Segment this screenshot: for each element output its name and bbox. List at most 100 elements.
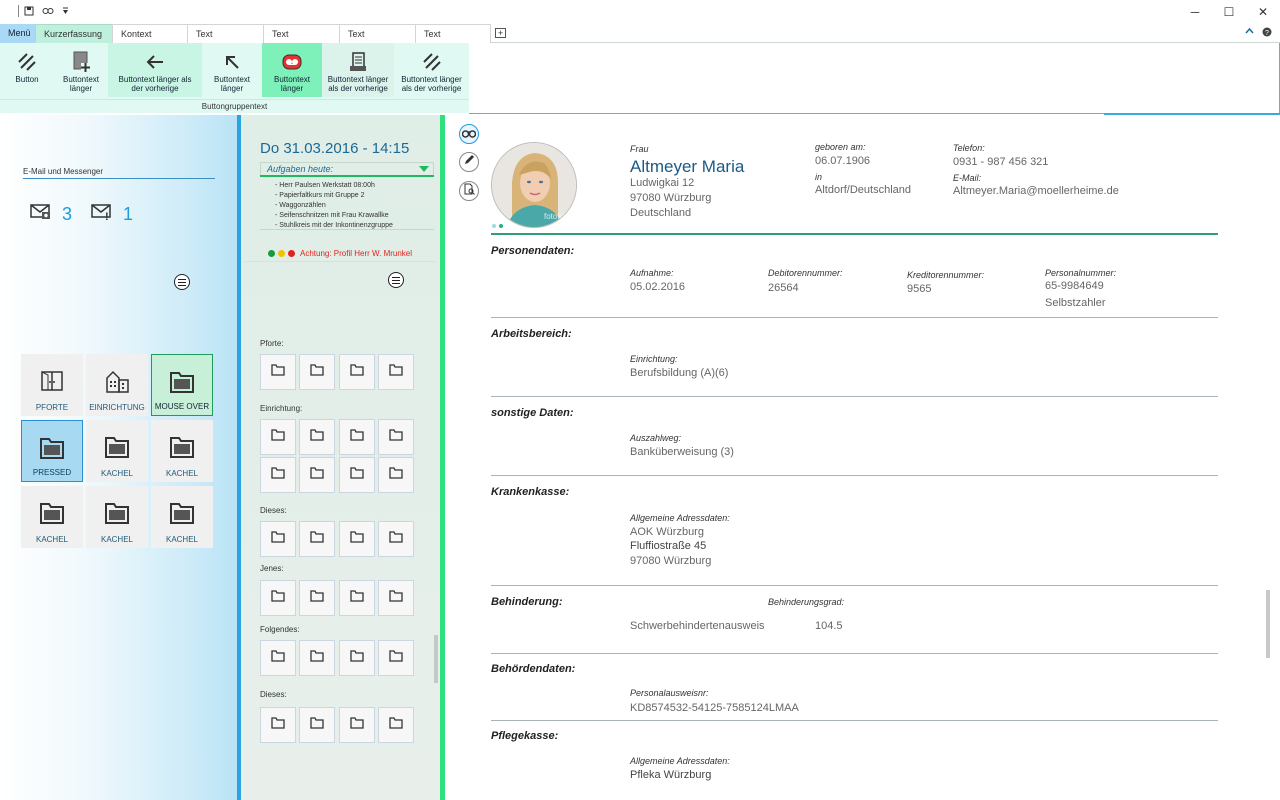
folder-icon: [350, 428, 364, 446]
task-item: - Papierfaltkurs mit Gruppe 2: [275, 192, 365, 199]
behinderungsgrad-label: Behinderungsgrad:: [768, 597, 845, 607]
left-menu-button[interactable]: [174, 274, 190, 290]
folder-icon: [310, 466, 324, 484]
born-in-label: in: [815, 172, 823, 182]
task-item: - Waggonzählen: [275, 202, 326, 209]
mail-icon: [30, 204, 52, 225]
maximize-button[interactable]: ☐: [1212, 0, 1246, 24]
mini-folder-tile[interactable]: [378, 640, 414, 676]
behinderung-type: Schwerbehindertenausweis: [630, 620, 765, 632]
detail-scrollbar[interactable]: [1266, 590, 1270, 658]
help-icon[interactable]: ?: [1262, 27, 1272, 40]
mini-folder-tile[interactable]: [339, 521, 375, 557]
ribbon-button-label: Buttontext länger als der vorherige: [118, 75, 192, 93]
mini-folder-tile[interactable]: [378, 419, 414, 455]
mini-folder-tile[interactable]: [260, 419, 296, 455]
ribbon-button-2[interactable]: Buttontext länger: [54, 43, 108, 97]
tab-kontext[interactable]: Kontext: [112, 24, 187, 43]
minimize-button[interactable]: ─: [1178, 0, 1212, 24]
avatar-pager[interactable]: [492, 224, 503, 228]
save-icon[interactable]: [24, 6, 34, 20]
ribbon-empty-area: [469, 43, 1280, 114]
mini-folder-tile[interactable]: [339, 707, 375, 743]
add-tab-button[interactable]: +: [495, 28, 506, 38]
message-alert-icon: !: [91, 204, 113, 225]
ribbon-button-5[interactable]: Buttontext länger: [262, 43, 322, 97]
phone-value[interactable]: 0931 - 987 456 321: [953, 156, 1048, 168]
binoculars-icon: [461, 125, 477, 143]
mini-folder-tile[interactable]: [260, 354, 296, 390]
mini-folder-tile[interactable]: [339, 419, 375, 455]
mini-folder-tile[interactable]: [299, 457, 335, 493]
tab-text-2[interactable]: Text: [263, 24, 339, 43]
mini-folder-tile[interactable]: [378, 707, 414, 743]
tile-kachel[interactable]: KACHEL: [86, 420, 148, 482]
mini-folder-tile[interactable]: [339, 640, 375, 676]
tile-einrichtung[interactable]: EINRICHTUNG: [86, 354, 148, 416]
section-divider: [491, 720, 1218, 721]
mini-folder-tile[interactable]: [260, 457, 296, 493]
ribbon-button-3[interactable]: Buttontext länger als der vorherige: [108, 43, 202, 97]
person-avatar[interactable]: fotolia: [491, 142, 577, 228]
tile-kachel[interactable]: KACHEL: [21, 486, 83, 548]
mail-count: 3: [62, 204, 73, 224]
tile-kachel[interactable]: KACHEL: [86, 486, 148, 548]
mini-folder-tile[interactable]: [339, 354, 375, 390]
mini-folder-tile[interactable]: [339, 457, 375, 493]
link-icon[interactable]: [42, 7, 54, 19]
mini-folder-tile[interactable]: [260, 580, 296, 616]
ribbon-tab-strip: Menü Kurzerfassung Kontext Text Text Tex…: [0, 24, 1280, 43]
middle-scrollbar[interactable]: [434, 635, 438, 683]
mini-folder-tile[interactable]: [299, 521, 335, 557]
tab-text-3[interactable]: Text: [339, 24, 415, 43]
close-button[interactable]: ✕: [1246, 0, 1280, 24]
middle-menu-button[interactable]: [388, 272, 404, 288]
document-search-button[interactable]: [459, 181, 479, 201]
message-counter[interactable]: ! 1: [91, 204, 133, 225]
folder-icon: [350, 466, 364, 484]
profile-alert[interactable]: Achtung: Profil Herr W. Mrunkel: [268, 249, 412, 258]
mini-folder-tile[interactable]: [260, 707, 296, 743]
tile-kachel[interactable]: KACHEL: [151, 420, 213, 482]
mini-folder-tile[interactable]: [299, 707, 335, 743]
mini-folder-tile[interactable]: [260, 521, 296, 557]
mini-folder-tile[interactable]: [299, 419, 335, 455]
pk-address-label: Allgemeine Adressdaten:: [630, 756, 730, 766]
tab-menu[interactable]: Menü: [0, 24, 35, 43]
tile-pressed[interactable]: PRESSED: [21, 420, 83, 482]
mini-folder-tile[interactable]: [339, 580, 375, 616]
dropdown-icon[interactable]: [62, 7, 69, 19]
tile-kachel[interactable]: KACHEL: [151, 486, 213, 548]
email-value[interactable]: Altmeyer.Maria@moellerheime.de: [953, 185, 1119, 197]
mini-folder-tile[interactable]: [378, 521, 414, 557]
ribbon-button-1[interactable]: Button: [0, 43, 54, 97]
collapse-ribbon-icon[interactable]: [1245, 27, 1254, 40]
folder-icon: [350, 649, 364, 667]
edit-button[interactable]: [459, 152, 479, 172]
mini-folder-tile[interactable]: [260, 640, 296, 676]
ribbon-button-4[interactable]: Buttontext länger: [202, 43, 262, 97]
pager-dot-active[interactable]: [499, 224, 503, 228]
tab-text-4[interactable]: Text: [415, 24, 491, 43]
ribbon-button-7[interactable]: Buttontext länger als der vorherige: [394, 43, 469, 97]
mini-folder-tile[interactable]: [378, 580, 414, 616]
date-heading: Do 31.03.2016 - 14:15: [260, 140, 410, 157]
tile-pforte[interactable]: PFORTE: [21, 354, 83, 416]
folder-icon: [310, 649, 324, 667]
mini-folder-tile[interactable]: [378, 457, 414, 493]
mini-folder-tile[interactable]: [299, 580, 335, 616]
section-title-behoerden: Behördendaten:: [491, 663, 576, 675]
tile-mouse-over[interactable]: MOUSE OVER: [151, 354, 213, 416]
view-mode-button[interactable]: [459, 124, 479, 144]
mini-folder-tile[interactable]: [299, 640, 335, 676]
tab-text-1[interactable]: Text: [187, 24, 263, 43]
pager-dot[interactable]: [492, 224, 496, 228]
tab-kurzerfassung[interactable]: Kurzerfassung: [35, 24, 112, 43]
folder-icon: [350, 716, 364, 734]
mail-counter[interactable]: 3: [30, 204, 72, 225]
salutation: Frau: [630, 144, 649, 154]
ribbon-button-6[interactable]: Buttontext länger als der vorherige: [322, 43, 394, 97]
tile-label: PRESSED: [32, 468, 72, 477]
mini-folder-tile[interactable]: [299, 354, 335, 390]
mini-folder-tile[interactable]: [378, 354, 414, 390]
